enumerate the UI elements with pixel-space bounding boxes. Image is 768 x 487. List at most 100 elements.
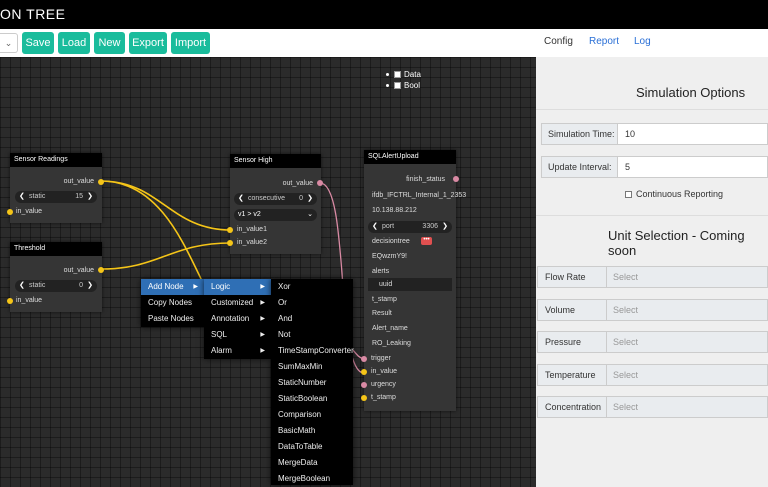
unit-label: Pressure (537, 331, 607, 353)
tab-log[interactable]: Log (634, 36, 651, 47)
graph-canvas[interactable]: Data Bool Sensor Readings out_value ❮ st… (0, 57, 536, 487)
simulation-time-input[interactable]: 10 (618, 123, 768, 145)
import-button[interactable]: Import (171, 32, 210, 54)
trigger-pin[interactable] (361, 356, 367, 362)
chevron-left-icon[interactable]: ❮ (19, 191, 25, 203)
output-pin[interactable] (453, 176, 459, 182)
input-pin[interactable] (7, 298, 13, 304)
caret-right-icon: ▶ (193, 284, 198, 290)
input-slot-label: in_value (16, 297, 43, 304)
chevron-left-icon[interactable]: ❮ (19, 280, 25, 292)
output-pin[interactable] (317, 180, 323, 186)
chevron-left-icon[interactable]: ❮ (372, 221, 378, 233)
input-slot-label: in_value (371, 368, 398, 375)
node-sensor-high[interactable]: Sensor High out_value ❮ consecutive 0 ❯ … (227, 154, 323, 254)
caret-right-icon: ▶ (260, 348, 265, 354)
alert-value-field[interactable]: RO_Leaking (372, 340, 411, 347)
tstamp-pin[interactable] (361, 395, 367, 401)
caret-right-icon: ▶ (260, 332, 265, 338)
consecutive-widget[interactable]: ❮ consecutive 0 ❯ (234, 193, 317, 205)
static-number-widget[interactable]: ❮ static 15 ❯ (15, 191, 97, 203)
menu-item-and[interactable]: And (271, 311, 353, 327)
concentration-select[interactable]: Select (607, 396, 768, 418)
tstamp-field[interactable]: t_stamp (372, 296, 397, 303)
db-path-field[interactable]: ifdb_IFCTRL_Internal_1_2353 (372, 192, 466, 199)
input-pin-2[interactable] (227, 240, 233, 246)
menu-item-customized[interactable]: Customized ▶ (204, 295, 271, 311)
output-slot-label: out_value (63, 178, 94, 185)
menu-item-data-to-table[interactable]: DataToTable (271, 439, 353, 455)
uuid-field-bg[interactable]: uuid (368, 278, 452, 291)
port-widget[interactable]: ❮ port 3306 ❯ (368, 221, 452, 233)
temperature-select[interactable]: Select (607, 364, 768, 386)
menu-item-logic[interactable]: Logic ▶ (204, 279, 271, 295)
continuous-reporting-checkbox[interactable] (625, 190, 632, 198)
menu-item-static-boolean[interactable]: StaticBoolean (271, 391, 353, 407)
urgency-pin[interactable] (361, 382, 367, 388)
pressure-select[interactable]: Select (607, 331, 768, 353)
save-button[interactable]: Save (22, 32, 54, 54)
chevron-right-icon[interactable]: ❯ (87, 191, 93, 203)
node-threshold[interactable]: Threshold out_value ❮ static 0 ❯ in_valu… (7, 242, 104, 312)
simulation-time-label: Simulation Time: (541, 123, 618, 145)
update-interval-input[interactable]: 5 (618, 156, 768, 178)
chevron-right-icon[interactable]: ❯ (442, 221, 448, 233)
alert-name-field[interactable]: Alert_name (372, 325, 408, 332)
load-button[interactable]: Load (58, 32, 90, 54)
menu-item-annotation[interactable]: Annotation ▶ (204, 311, 271, 327)
unit-label: Volume (537, 299, 607, 321)
bool-checkbox[interactable] (394, 82, 401, 89)
menu-item-timestamp-converter[interactable]: TimeStampConverter (271, 343, 354, 359)
chevron-right-icon[interactable]: ❯ (307, 193, 313, 205)
continuous-reporting-toggle[interactable]: Continuous Reporting (625, 189, 723, 199)
menu-item-sql[interactable]: SQL ▶ (204, 327, 271, 343)
node-sensor-readings[interactable]: Sensor Readings out_value ❮ static 15 ❯ … (7, 153, 104, 223)
password-field[interactable]: EQwzmY9! (372, 253, 407, 260)
category-submenu: Logic ▶ Customized ▶ Annotation ▶ SQL ▶ Alar… (204, 279, 271, 359)
menu-item-basic-math[interactable]: BasicMath (271, 423, 353, 439)
menu-item-not[interactable]: Not (271, 327, 353, 343)
widget-label: port (382, 223, 395, 230)
menu-item-alarm[interactable]: Alarm ▶ (204, 343, 271, 359)
tab-config[interactable]: Config (544, 36, 573, 47)
data-checkbox[interactable] (394, 71, 401, 78)
comparison-combo[interactable]: v1 > v2 ⌄ (234, 209, 317, 221)
chevron-left-icon[interactable]: ❮ (238, 193, 244, 205)
menu-item-add-node[interactable]: Add Node ▶ (141, 279, 204, 295)
app-title: ON TREE (0, 6, 66, 22)
volume-select[interactable]: Select (607, 299, 768, 321)
tab-report[interactable]: Report (589, 36, 619, 47)
result-field[interactable]: Result (372, 310, 392, 317)
menu-item-static-number[interactable]: StaticNumber (271, 375, 353, 391)
legend-label: Data (404, 70, 421, 79)
ip-field[interactable]: 10.138.88.212 (372, 207, 417, 214)
menu-item-merge-boolean[interactable]: MergeBoolean (271, 471, 353, 487)
new-button[interactable]: New (94, 32, 125, 54)
legend-item-data[interactable]: Data (386, 69, 421, 80)
legend-item-bool[interactable]: Bool (386, 80, 421, 91)
static-number-widget[interactable]: ❮ static 0 ❯ (15, 280, 97, 292)
db-name-field[interactable]: decisiontree (372, 238, 410, 245)
menu-item-merge-data[interactable]: MergeData (271, 455, 353, 471)
node-sql-alert-upload[interactable]: SQLAlertUpload finish_status ifdb_IFCTRL… (361, 150, 466, 411)
uuid-field: uuid (379, 281, 393, 288)
caret-right-icon: ▶ (260, 300, 265, 306)
output-pin[interactable] (98, 179, 104, 185)
output-pin[interactable] (98, 267, 104, 273)
menu-item-or[interactable]: Or (271, 295, 353, 311)
menu-item-copy-nodes[interactable]: Copy Nodes (141, 295, 204, 311)
table-field[interactable]: alerts (372, 268, 389, 275)
menu-item-summaxmin[interactable]: SumMaxMin (271, 359, 353, 375)
input-pin[interactable] (7, 209, 13, 215)
chevron-right-icon[interactable]: ❯ (87, 280, 93, 292)
flow-rate-select[interactable]: Select (607, 266, 768, 288)
in-value-pin[interactable] (361, 369, 367, 375)
menu-item-paste-nodes[interactable]: Paste Nodes (141, 311, 204, 327)
menu-item-xor[interactable]: Xor (271, 279, 353, 295)
file-dropdown[interactable]: ⌄ (0, 33, 18, 53)
chevron-down-icon[interactable]: ⌄ (307, 209, 313, 221)
export-button[interactable]: Export (129, 32, 167, 54)
menu-item-comparison[interactable]: Comparison (271, 407, 353, 423)
input-pin-1[interactable] (227, 227, 233, 233)
simulation-time-row: Simulation Time: 10 (541, 123, 768, 145)
